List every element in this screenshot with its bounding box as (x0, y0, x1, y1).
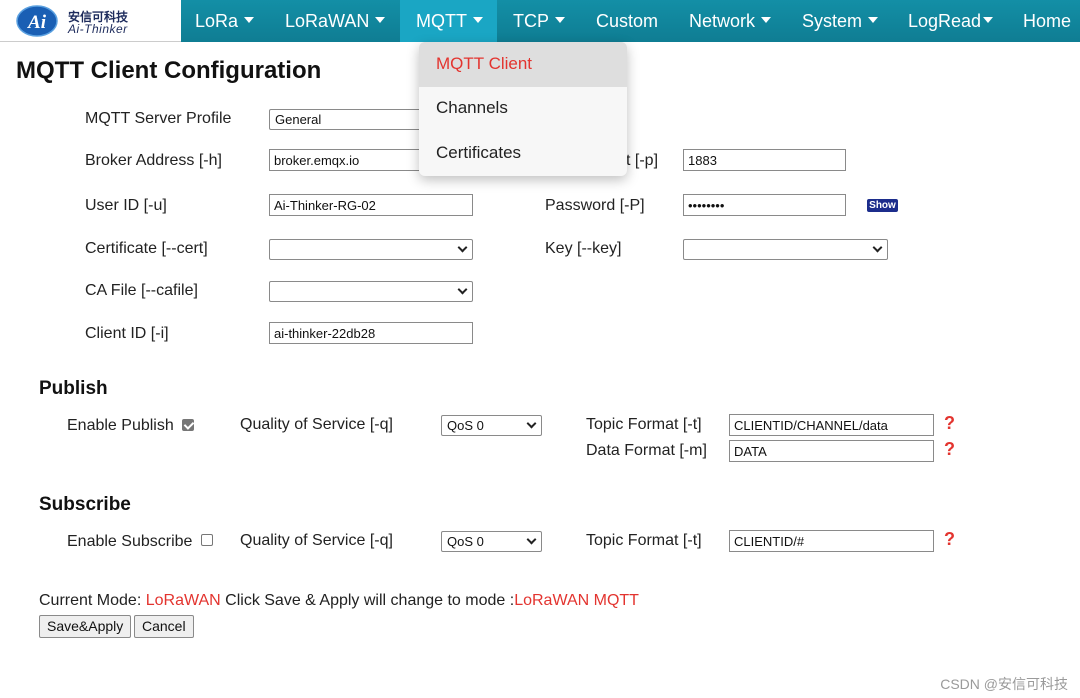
nav-item-mqtt[interactable]: MQTT (400, 0, 497, 42)
watermark: CSDN @安信可科技 (940, 676, 1068, 692)
brand-logo[interactable]: Ai 安信可科技 Ai-Thinker (0, 0, 181, 42)
broker-address-label: Broker Address [-h] (85, 152, 222, 169)
port-label: t [-p] (626, 152, 659, 169)
nav-item-system[interactable]: System (802, 0, 879, 42)
nav-item-label: LogRead (908, 11, 982, 31)
publish-data-input[interactable] (729, 440, 934, 462)
nav-item-logread[interactable]: LogRead (908, 0, 994, 42)
subscribe-topic-label: Topic Format [-t] (586, 532, 702, 549)
dropdown-item-certificates[interactable]: Certificates (419, 131, 627, 176)
page-title: MQTT Client Configuration (16, 57, 322, 84)
ca-file-select[interactable] (269, 281, 473, 302)
nav-item-label: MQTT (416, 11, 467, 31)
enable-subscribe-checkbox[interactable] (201, 534, 213, 546)
save-apply-button[interactable]: Save&Apply (39, 615, 132, 638)
certificate-select[interactable] (269, 239, 473, 260)
publish-data-label: Data Format [-m] (586, 442, 707, 459)
nav-item-label: LoRaWAN (285, 11, 370, 31)
publish-section-title: Publish (39, 378, 108, 399)
mqtt-dropdown-menu: MQTT Client Channels Certificates (419, 42, 627, 176)
nav-item-network[interactable]: Network (689, 0, 772, 42)
server-profile-select[interactable]: General (269, 109, 429, 130)
subscribe-topic-input[interactable] (729, 530, 934, 552)
cancel-button[interactable]: Cancel (134, 615, 194, 638)
password-input[interactable] (683, 194, 846, 216)
caret-down-icon (244, 17, 255, 24)
chevron-down-icon (457, 242, 468, 253)
subscribe-qos-value: QoS 0 (447, 534, 484, 549)
enable-publish-label: Enable Publish (67, 417, 174, 434)
subscribe-topic-help-icon[interactable]: ? (944, 529, 955, 550)
publish-topic-help-icon[interactable]: ? (944, 413, 955, 434)
nav-item-lorawan[interactable]: LoRaWAN (285, 0, 386, 42)
user-id-input[interactable] (269, 194, 473, 216)
mode-current: LoRaWAN (145, 592, 221, 609)
subscribe-qos-select[interactable]: QoS 0 (441, 531, 542, 552)
nav-item-label: TCP (513, 11, 549, 31)
caret-down-icon (555, 17, 565, 24)
publish-qos-value: QoS 0 (447, 418, 484, 433)
publish-topic-input[interactable] (729, 414, 934, 436)
server-profile-label: MQTT Server Profile (85, 110, 232, 127)
publish-topic-label: Topic Format [-t] (586, 416, 702, 433)
ca-file-label: CA File [--cafile] (85, 282, 198, 299)
mode-next: LoRaWAN MQTT (514, 592, 639, 609)
dropdown-item-channels[interactable]: Channels (419, 86, 627, 131)
server-profile-value: General (275, 112, 322, 127)
chevron-down-icon (526, 418, 537, 429)
nav-item-label: Home (1023, 11, 1072, 31)
publish-qos-label: Quality of Service [-q] (240, 416, 393, 433)
nav-item-label: LoRa (195, 11, 239, 31)
subscribe-section-title: Subscribe (39, 494, 131, 515)
caret-down-icon (375, 17, 386, 24)
caret-down-icon (473, 17, 483, 24)
password-label: Password [-P] (545, 197, 645, 214)
user-id-label: User ID [-u] (85, 197, 167, 214)
logo-mark-text: Ai (27, 12, 47, 33)
caret-down-icon (868, 17, 879, 24)
nav-item-custom[interactable]: Custom (596, 0, 658, 42)
chevron-down-icon (872, 242, 883, 253)
key-select[interactable] (683, 239, 888, 260)
ai-thinker-logo-icon: Ai (16, 5, 58, 37)
enable-subscribe-label: Enable Subscribe (67, 533, 193, 550)
dropdown-item-mqtt-client[interactable]: MQTT Client (419, 42, 627, 87)
enable-publish-checkbox[interactable] (182, 419, 194, 431)
nav-item-label: System (802, 11, 863, 31)
publish-qos-select[interactable]: QoS 0 (441, 415, 542, 436)
port-input[interactable] (683, 149, 846, 171)
current-mode-line: Current Mode: LoRaWAN Click Save & Apply… (39, 592, 639, 610)
nav-item-home[interactable]: Home (1023, 0, 1071, 42)
client-id-label: Client ID [-i] (85, 325, 169, 342)
key-label: Key [--key] (545, 240, 622, 257)
chevron-down-icon (526, 534, 537, 545)
mode-prefix: Current Mode: (39, 592, 146, 609)
show-password-button[interactable]: Show (867, 199, 898, 212)
client-id-input[interactable] (269, 322, 473, 344)
nav-item-label: Network (689, 11, 756, 31)
subscribe-qos-label: Quality of Service [-q] (240, 532, 393, 549)
nav-item-tcp[interactable]: TCP (513, 0, 565, 42)
mode-middle: Click Save & Apply will change to mode : (220, 592, 515, 609)
publish-data-help-icon[interactable]: ? (944, 439, 955, 460)
caret-down-icon (983, 17, 994, 24)
top-navbar: Ai 安信可科技 Ai-Thinker LoRa LoRaWAN MQTT TC… (0, 0, 1080, 42)
caret-down-icon (761, 17, 772, 24)
broker-address-input[interactable] (269, 149, 429, 171)
certificate-label: Certificate [--cert] (85, 240, 208, 257)
nav-item-label: Custom (596, 11, 659, 31)
chevron-down-icon (457, 284, 468, 295)
nav-item-lora[interactable]: LoRa (195, 0, 255, 42)
brand-name-en: Ai-Thinker (68, 22, 128, 36)
